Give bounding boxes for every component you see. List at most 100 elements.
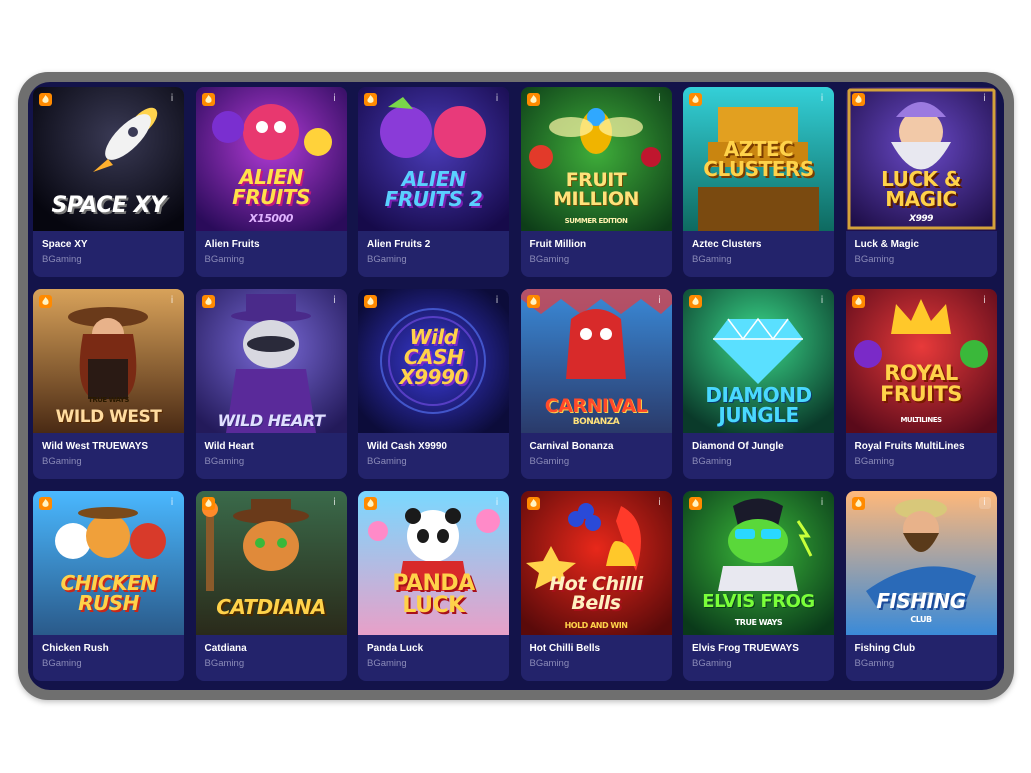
fire-icon [364, 497, 377, 510]
game-card-fishing-club[interactable]: FISHING CLUB i Fishing Club BGaming [845, 491, 997, 681]
thumbnail-subtitle: SUMMER EDITION [564, 217, 628, 225]
game-thumbnail: CHICKEN RUSH [33, 491, 184, 635]
info-icon[interactable]: i [166, 93, 178, 105]
game-thumbnail: DIAMOND JUNGLE [683, 289, 834, 433]
fire-icon [689, 295, 702, 308]
game-provider: BGaming [692, 254, 732, 265]
info-icon[interactable]: i [491, 497, 503, 509]
game-thumbnail: ROYAL FRUITS MULTILINES [845, 289, 997, 433]
info-icon[interactable]: i [329, 295, 341, 307]
game-card-royal-fruits-multilines[interactable]: ROYAL FRUITS MULTILINES i Royal Fruits M… [845, 289, 997, 479]
info-icon[interactable]: i [329, 93, 341, 105]
game-title: Royal Fruits MultiLines [854, 441, 965, 452]
fire-icon [364, 93, 377, 106]
info-icon[interactable]: i [491, 93, 503, 105]
game-title: Space XY [42, 239, 88, 250]
game-thumbnail: Wild CASH X9990 [358, 289, 509, 433]
game-thumbnail: WILD HEART [195, 289, 347, 433]
game-card-carnival-bonanza[interactable]: CARNIVAL BONANZA i Carnival Bonanza BGam… [520, 289, 672, 479]
game-thumbnail: ELVIS FROG TRUE WAYS [683, 491, 834, 635]
game-card-chicken-rush[interactable]: CHICKEN RUSH i Chicken Rush BGaming [33, 491, 184, 681]
thumbnail-subtitle: HOLD AND WIN [564, 621, 628, 630]
game-thumbnail: AZTEC CLUSTERS [683, 87, 834, 231]
game-title: Luck & Magic [854, 239, 919, 250]
game-provider: BGaming [692, 456, 732, 467]
info-icon[interactable]: i [654, 497, 666, 509]
game-card-hot-chilli-bells[interactable]: Hot Chilli Bells HOLD AND WIN i Hot Chil… [520, 491, 672, 681]
game-card-aztec-clusters[interactable]: AZTEC CLUSTERS i Aztec Clusters BGaming [683, 87, 834, 277]
fire-icon [364, 295, 377, 308]
game-card-wild-west-trueways[interactable]: TRUE WAYS WILD WEST i Wild West TRUEWAYS… [33, 289, 184, 479]
fire-icon [851, 295, 865, 308]
game-title: Panda Luck [367, 643, 424, 654]
thumbnail-subtitle: CLUB [910, 615, 932, 624]
game-provider: BGaming [204, 658, 245, 669]
game-card-wild-cash-x9990[interactable]: Wild CASH X9990 i Wild Cash X9990 BGamin… [358, 289, 509, 479]
info-icon[interactable]: i [816, 295, 828, 307]
game-provider: BGaming [529, 658, 570, 669]
game-title: Fishing Club [854, 643, 916, 654]
game-thumbnail: CATDIANA [195, 491, 347, 635]
fire-icon [39, 497, 52, 510]
game-thumbnail: LUCK & MAGIC X999 [845, 87, 997, 231]
game-thumbnail: FRUIT MILLION SUMMER EDITION [520, 87, 672, 231]
thumbnail-title: ALIEN FRUITS [232, 165, 310, 209]
thumbnail-title: FISHING [876, 589, 966, 613]
game-provider: BGaming [204, 254, 245, 265]
thumbnail-title: LUCK & MAGIC [881, 167, 961, 211]
info-icon[interactable]: i [979, 93, 991, 105]
game-thumbnail: PANDA LUCK [358, 491, 509, 635]
fire-icon [39, 93, 52, 106]
game-provider: BGaming [692, 658, 732, 669]
game-provider: BGaming [42, 658, 82, 669]
game-provider: BGaming [854, 456, 895, 467]
game-provider: BGaming [529, 456, 570, 467]
game-provider: BGaming [42, 254, 82, 265]
info-icon[interactable]: i [654, 93, 666, 105]
thumbnail-title: ALIEN FRUITS 2 [384, 167, 483, 211]
thumbnail-title: AZTEC CLUSTERS [703, 137, 814, 181]
info-icon[interactable]: i [978, 497, 991, 509]
game-card-catdiana[interactable]: CATDIANA i Catdiana BGaming [195, 491, 347, 681]
fire-icon [201, 295, 215, 308]
info-icon[interactable]: i [166, 497, 178, 509]
game-card-fruit-million[interactable]: FRUIT MILLION SUMMER EDITION i Fruit Mil… [520, 87, 672, 277]
fire-icon [851, 497, 865, 510]
fire-icon [526, 93, 540, 106]
fire-icon [201, 93, 215, 106]
game-lobby-screen: SPACE XY i Space XY BGaming ALIEN FRUITS… [28, 82, 1004, 690]
thumbnail-subtitle: MULTILINES [900, 416, 942, 424]
game-card-space-xy[interactable]: SPACE XY i Space XY BGaming [33, 87, 184, 277]
info-icon[interactable]: i [491, 295, 503, 307]
game-card-wild-heart[interactable]: WILD HEART i Wild Heart BGaming [195, 289, 347, 479]
info-icon[interactable]: i [166, 295, 178, 307]
game-title: Wild Heart [204, 441, 254, 452]
info-icon[interactable]: i [329, 497, 341, 509]
thumbnail-title: SPACE XY [51, 193, 166, 218]
fire-icon [201, 497, 215, 510]
game-title: Diamond Of Jungle [692, 441, 784, 452]
thumbnail-title: Wild CASH X9990 [399, 325, 468, 389]
game-title: Alien Fruits 2 [367, 239, 431, 250]
game-title: Fruit Million [529, 239, 587, 250]
info-icon[interactable]: i [816, 497, 828, 509]
game-card-luck-and-magic[interactable]: LUCK & MAGIC X999 i Luck & Magic BGaming [845, 87, 997, 277]
thumbnail-title: CATDIANA [216, 595, 326, 619]
fire-icon [526, 497, 540, 510]
game-thumbnail: ALIEN FRUITS X15000 [195, 87, 347, 231]
game-card-alien-fruits-2[interactable]: ALIEN FRUITS 2 i Alien Fruits 2 BGaming [358, 87, 509, 277]
game-title: Elvis Frog TRUEWAYS [692, 643, 799, 654]
game-title: Catdiana [204, 643, 247, 654]
info-icon[interactable]: i [654, 295, 666, 307]
info-icon[interactable]: i [979, 295, 991, 307]
thumbnail-title: FRUIT MILLION [553, 169, 639, 210]
game-card-elvis-frog-trueways[interactable]: ELVIS FROG TRUE WAYS i Elvis Frog TRUEWA… [683, 491, 834, 681]
info-icon[interactable]: i [816, 93, 828, 105]
fire-icon [39, 295, 52, 308]
thumbnail-subtitle: TRUE WAYS [88, 396, 129, 404]
game-provider: BGaming [367, 254, 407, 265]
game-card-alien-fruits[interactable]: ALIEN FRUITS X15000 i Alien Fruits BGami… [195, 87, 347, 277]
game-card-panda-luck[interactable]: PANDA LUCK i Panda Luck BGaming [358, 491, 509, 681]
game-card-diamond-of-jungle[interactable]: DIAMOND JUNGLE i Diamond Of Jungle BGami… [683, 289, 834, 479]
game-provider: BGaming [42, 456, 82, 467]
